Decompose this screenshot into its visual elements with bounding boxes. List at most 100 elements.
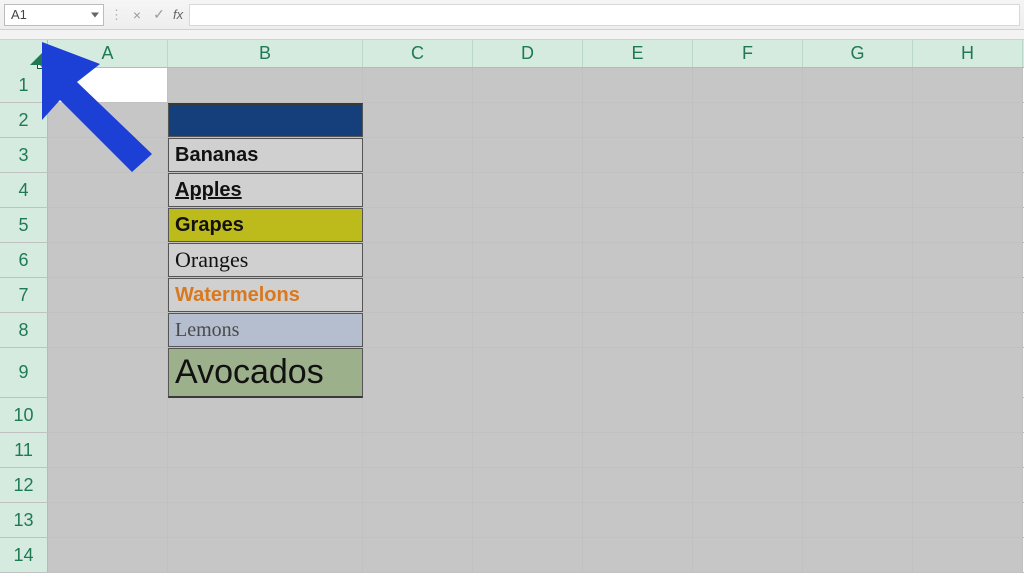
cell-H4[interactable] xyxy=(913,173,1023,207)
cell-G2[interactable] xyxy=(803,103,913,137)
cell-A14[interactable] xyxy=(48,538,168,572)
cell-D12[interactable] xyxy=(473,468,583,502)
cell-B9[interactable]: Avocados xyxy=(168,348,363,398)
cell-A2[interactable] xyxy=(48,103,168,137)
row-header-3[interactable]: 3 xyxy=(0,138,48,172)
cell-E8[interactable] xyxy=(583,313,693,347)
cell-H6[interactable] xyxy=(913,243,1023,277)
cell-C12[interactable] xyxy=(363,468,473,502)
cancel-icon[interactable]: × xyxy=(129,7,145,23)
cell-C13[interactable] xyxy=(363,503,473,537)
cell-B8[interactable]: Lemons xyxy=(168,313,363,347)
cell-B7[interactable]: Watermelons xyxy=(168,278,363,312)
cell-E2[interactable] xyxy=(583,103,693,137)
cell-B3[interactable]: Bananas xyxy=(168,138,363,172)
row-header-4[interactable]: 4 xyxy=(0,173,48,207)
cell-G12[interactable] xyxy=(803,468,913,502)
cell-A13[interactable] xyxy=(48,503,168,537)
cell-B13[interactable] xyxy=(168,503,363,537)
cell-G6[interactable] xyxy=(803,243,913,277)
col-header-A[interactable]: A xyxy=(48,40,168,67)
name-box[interactable]: A1 xyxy=(4,4,104,26)
cell-G14[interactable] xyxy=(803,538,913,572)
cell-E4[interactable] xyxy=(583,173,693,207)
cell-H8[interactable] xyxy=(913,313,1023,347)
cell-H2[interactable] xyxy=(913,103,1023,137)
cell-G8[interactable] xyxy=(803,313,913,347)
cell-D10[interactable] xyxy=(473,398,583,432)
cell-E7[interactable] xyxy=(583,278,693,312)
cell-F14[interactable] xyxy=(693,538,803,572)
cell-F3[interactable] xyxy=(693,138,803,172)
cell-C6[interactable] xyxy=(363,243,473,277)
cell-A4[interactable] xyxy=(48,173,168,207)
cell-D11[interactable] xyxy=(473,433,583,467)
row-header-14[interactable]: 14 xyxy=(0,538,48,572)
cell-G1[interactable] xyxy=(803,68,913,102)
cell-E3[interactable] xyxy=(583,138,693,172)
cell-G9[interactable] xyxy=(803,348,913,398)
formula-input[interactable] xyxy=(189,4,1020,26)
cell-C8[interactable] xyxy=(363,313,473,347)
row-header-9[interactable]: 9 xyxy=(0,348,48,397)
cell-C2[interactable] xyxy=(363,103,473,137)
cell-D6[interactable] xyxy=(473,243,583,277)
cell-F2[interactable] xyxy=(693,103,803,137)
cell-D13[interactable] xyxy=(473,503,583,537)
row-header-10[interactable]: 10 xyxy=(0,398,48,432)
col-header-D[interactable]: D xyxy=(473,40,583,67)
cell-D9[interactable] xyxy=(473,348,583,398)
cell-H9[interactable] xyxy=(913,348,1023,398)
col-header-H[interactable]: H xyxy=(913,40,1023,67)
cell-E14[interactable] xyxy=(583,538,693,572)
cell-D1[interactable] xyxy=(473,68,583,102)
cell-A8[interactable] xyxy=(48,313,168,347)
cell-H11[interactable] xyxy=(913,433,1023,467)
cell-F13[interactable] xyxy=(693,503,803,537)
cell-F6[interactable] xyxy=(693,243,803,277)
select-all-triangle[interactable]: + xyxy=(0,40,48,68)
cell-E10[interactable] xyxy=(583,398,693,432)
cell-B12[interactable] xyxy=(168,468,363,502)
cell-D2[interactable] xyxy=(473,103,583,137)
cell-F12[interactable] xyxy=(693,468,803,502)
cell-D3[interactable] xyxy=(473,138,583,172)
cell-A5[interactable] xyxy=(48,208,168,242)
cell-B10[interactable] xyxy=(168,398,363,432)
cell-C4[interactable] xyxy=(363,173,473,207)
cell-F10[interactable] xyxy=(693,398,803,432)
col-header-C[interactable]: C xyxy=(363,40,473,67)
cell-H14[interactable] xyxy=(913,538,1023,572)
cell-A3[interactable] xyxy=(48,138,168,172)
cell-C14[interactable] xyxy=(363,538,473,572)
cell-H3[interactable] xyxy=(913,138,1023,172)
cell-E5[interactable] xyxy=(583,208,693,242)
cell-C5[interactable] xyxy=(363,208,473,242)
col-header-B[interactable]: B xyxy=(168,40,363,67)
cell-E6[interactable] xyxy=(583,243,693,277)
cell-E1[interactable] xyxy=(583,68,693,102)
cell-B11[interactable] xyxy=(168,433,363,467)
cell-B2[interactable] xyxy=(168,103,363,137)
cell-B4[interactable]: Apples xyxy=(168,173,363,207)
cell-A10[interactable] xyxy=(48,398,168,432)
cell-C7[interactable] xyxy=(363,278,473,312)
cell-H12[interactable] xyxy=(913,468,1023,502)
row-header-8[interactable]: 8 xyxy=(0,313,48,347)
col-header-F[interactable]: F xyxy=(693,40,803,67)
chevron-down-icon[interactable] xyxy=(91,12,99,17)
cell-F9[interactable] xyxy=(693,348,803,398)
cell-E13[interactable] xyxy=(583,503,693,537)
row-header-7[interactable]: 7 xyxy=(0,278,48,312)
row-header-2[interactable]: 2 xyxy=(0,103,48,137)
row-header-12[interactable]: 12 xyxy=(0,468,48,502)
row-header-11[interactable]: 11 xyxy=(0,433,48,467)
cell-A7[interactable] xyxy=(48,278,168,312)
cell-G13[interactable] xyxy=(803,503,913,537)
cell-A11[interactable] xyxy=(48,433,168,467)
row-header-1[interactable]: 1 xyxy=(0,68,48,102)
enter-icon[interactable]: ✓ xyxy=(151,6,167,23)
col-header-G[interactable]: G xyxy=(803,40,913,67)
cell-E11[interactable] xyxy=(583,433,693,467)
row-header-6[interactable]: 6 xyxy=(0,243,48,277)
